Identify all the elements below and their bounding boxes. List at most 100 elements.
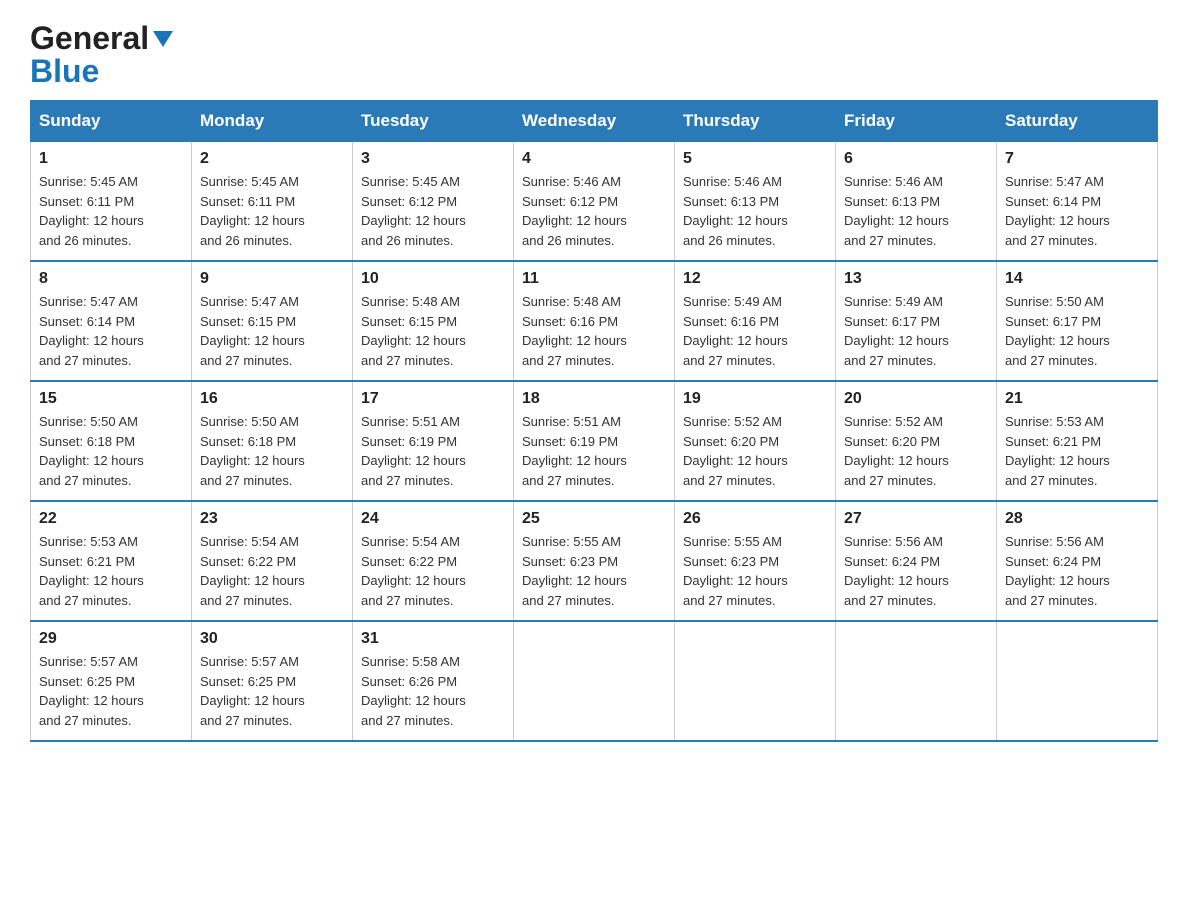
day-number: 29 [39,630,183,648]
day-info: Sunrise: 5:45 AMSunset: 6:12 PMDaylight:… [361,172,505,250]
day-info: Sunrise: 5:54 AMSunset: 6:22 PMDaylight:… [361,532,505,610]
calendar-cell: 21 Sunrise: 5:53 AMSunset: 6:21 PMDaylig… [997,381,1158,501]
day-number: 28 [1005,510,1149,528]
day-number: 5 [683,150,827,168]
day-info: Sunrise: 5:57 AMSunset: 6:25 PMDaylight:… [39,652,183,730]
day-info: Sunrise: 5:46 AMSunset: 6:12 PMDaylight:… [522,172,666,250]
calendar-cell [836,621,997,741]
day-info: Sunrise: 5:56 AMSunset: 6:24 PMDaylight:… [1005,532,1149,610]
logo-blue-label: Blue [30,53,99,90]
col-header-sunday: Sunday [31,101,192,142]
calendar-cell: 28 Sunrise: 5:56 AMSunset: 6:24 PMDaylig… [997,501,1158,621]
day-info: Sunrise: 5:52 AMSunset: 6:20 PMDaylight:… [683,412,827,490]
col-header-saturday: Saturday [997,101,1158,142]
calendar-cell [514,621,675,741]
day-info: Sunrise: 5:48 AMSunset: 6:15 PMDaylight:… [361,292,505,370]
day-number: 2 [200,150,344,168]
calendar-week-row: 15 Sunrise: 5:50 AMSunset: 6:18 PMDaylig… [31,381,1158,501]
day-number: 8 [39,270,183,288]
col-header-thursday: Thursday [675,101,836,142]
day-number: 22 [39,510,183,528]
calendar-cell: 30 Sunrise: 5:57 AMSunset: 6:25 PMDaylig… [192,621,353,741]
day-info: Sunrise: 5:53 AMSunset: 6:21 PMDaylight:… [39,532,183,610]
calendar-header-row: SundayMondayTuesdayWednesdayThursdayFrid… [31,101,1158,142]
calendar-cell: 16 Sunrise: 5:50 AMSunset: 6:18 PMDaylig… [192,381,353,501]
calendar-cell: 13 Sunrise: 5:49 AMSunset: 6:17 PMDaylig… [836,261,997,381]
calendar-week-row: 29 Sunrise: 5:57 AMSunset: 6:25 PMDaylig… [31,621,1158,741]
calendar-cell: 22 Sunrise: 5:53 AMSunset: 6:21 PMDaylig… [31,501,192,621]
calendar-cell: 8 Sunrise: 5:47 AMSunset: 6:14 PMDayligh… [31,261,192,381]
day-number: 27 [844,510,988,528]
day-info: Sunrise: 5:45 AMSunset: 6:11 PMDaylight:… [200,172,344,250]
calendar-cell: 10 Sunrise: 5:48 AMSunset: 6:15 PMDaylig… [353,261,514,381]
day-info: Sunrise: 5:55 AMSunset: 6:23 PMDaylight:… [683,532,827,610]
calendar-cell: 3 Sunrise: 5:45 AMSunset: 6:12 PMDayligh… [353,142,514,262]
col-header-wednesday: Wednesday [514,101,675,142]
day-number: 13 [844,270,988,288]
day-info: Sunrise: 5:52 AMSunset: 6:20 PMDaylight:… [844,412,988,490]
day-number: 24 [361,510,505,528]
day-info: Sunrise: 5:50 AMSunset: 6:17 PMDaylight:… [1005,292,1149,370]
day-info: Sunrise: 5:45 AMSunset: 6:11 PMDaylight:… [39,172,183,250]
logo: General Blue [30,20,173,90]
calendar-cell: 14 Sunrise: 5:50 AMSunset: 6:17 PMDaylig… [997,261,1158,381]
calendar-cell: 12 Sunrise: 5:49 AMSunset: 6:16 PMDaylig… [675,261,836,381]
calendar-cell: 23 Sunrise: 5:54 AMSunset: 6:22 PMDaylig… [192,501,353,621]
day-number: 25 [522,510,666,528]
calendar-cell: 1 Sunrise: 5:45 AMSunset: 6:11 PMDayligh… [31,142,192,262]
calendar-cell: 24 Sunrise: 5:54 AMSunset: 6:22 PMDaylig… [353,501,514,621]
calendar-cell: 31 Sunrise: 5:58 AMSunset: 6:26 PMDaylig… [353,621,514,741]
calendar-cell [675,621,836,741]
calendar-week-row: 8 Sunrise: 5:47 AMSunset: 6:14 PMDayligh… [31,261,1158,381]
day-number: 26 [683,510,827,528]
calendar-cell: 25 Sunrise: 5:55 AMSunset: 6:23 PMDaylig… [514,501,675,621]
day-info: Sunrise: 5:47 AMSunset: 6:15 PMDaylight:… [200,292,344,370]
calendar-cell: 20 Sunrise: 5:52 AMSunset: 6:20 PMDaylig… [836,381,997,501]
day-number: 10 [361,270,505,288]
day-info: Sunrise: 5:46 AMSunset: 6:13 PMDaylight:… [683,172,827,250]
day-number: 3 [361,150,505,168]
day-number: 15 [39,390,183,408]
calendar-cell: 19 Sunrise: 5:52 AMSunset: 6:20 PMDaylig… [675,381,836,501]
day-number: 1 [39,150,183,168]
day-number: 6 [844,150,988,168]
day-info: Sunrise: 5:47 AMSunset: 6:14 PMDaylight:… [1005,172,1149,250]
day-info: Sunrise: 5:57 AMSunset: 6:25 PMDaylight:… [200,652,344,730]
calendar-cell: 27 Sunrise: 5:56 AMSunset: 6:24 PMDaylig… [836,501,997,621]
page-header: General Blue [30,20,1158,90]
day-number: 31 [361,630,505,648]
day-number: 16 [200,390,344,408]
col-header-tuesday: Tuesday [353,101,514,142]
calendar-week-row: 1 Sunrise: 5:45 AMSunset: 6:11 PMDayligh… [31,142,1158,262]
logo-general-text: General [30,20,173,57]
day-number: 14 [1005,270,1149,288]
col-header-friday: Friday [836,101,997,142]
day-info: Sunrise: 5:55 AMSunset: 6:23 PMDaylight:… [522,532,666,610]
day-number: 20 [844,390,988,408]
calendar-cell: 11 Sunrise: 5:48 AMSunset: 6:16 PMDaylig… [514,261,675,381]
day-number: 4 [522,150,666,168]
calendar-cell: 9 Sunrise: 5:47 AMSunset: 6:15 PMDayligh… [192,261,353,381]
calendar-cell: 29 Sunrise: 5:57 AMSunset: 6:25 PMDaylig… [31,621,192,741]
calendar-cell [997,621,1158,741]
calendar-cell: 7 Sunrise: 5:47 AMSunset: 6:14 PMDayligh… [997,142,1158,262]
day-number: 7 [1005,150,1149,168]
day-number: 30 [200,630,344,648]
day-info: Sunrise: 5:53 AMSunset: 6:21 PMDaylight:… [1005,412,1149,490]
day-info: Sunrise: 5:58 AMSunset: 6:26 PMDaylight:… [361,652,505,730]
day-info: Sunrise: 5:50 AMSunset: 6:18 PMDaylight:… [200,412,344,490]
day-number: 19 [683,390,827,408]
logo-general-label: General [30,20,149,56]
calendar-cell: 26 Sunrise: 5:55 AMSunset: 6:23 PMDaylig… [675,501,836,621]
calendar-week-row: 22 Sunrise: 5:53 AMSunset: 6:21 PMDaylig… [31,501,1158,621]
calendar-cell: 15 Sunrise: 5:50 AMSunset: 6:18 PMDaylig… [31,381,192,501]
calendar-table: SundayMondayTuesdayWednesdayThursdayFrid… [30,100,1158,742]
day-number: 17 [361,390,505,408]
calendar-cell: 4 Sunrise: 5:46 AMSunset: 6:12 PMDayligh… [514,142,675,262]
day-number: 23 [200,510,344,528]
day-number: 18 [522,390,666,408]
day-info: Sunrise: 5:47 AMSunset: 6:14 PMDaylight:… [39,292,183,370]
day-info: Sunrise: 5:49 AMSunset: 6:17 PMDaylight:… [844,292,988,370]
calendar-cell: 17 Sunrise: 5:51 AMSunset: 6:19 PMDaylig… [353,381,514,501]
col-header-monday: Monday [192,101,353,142]
